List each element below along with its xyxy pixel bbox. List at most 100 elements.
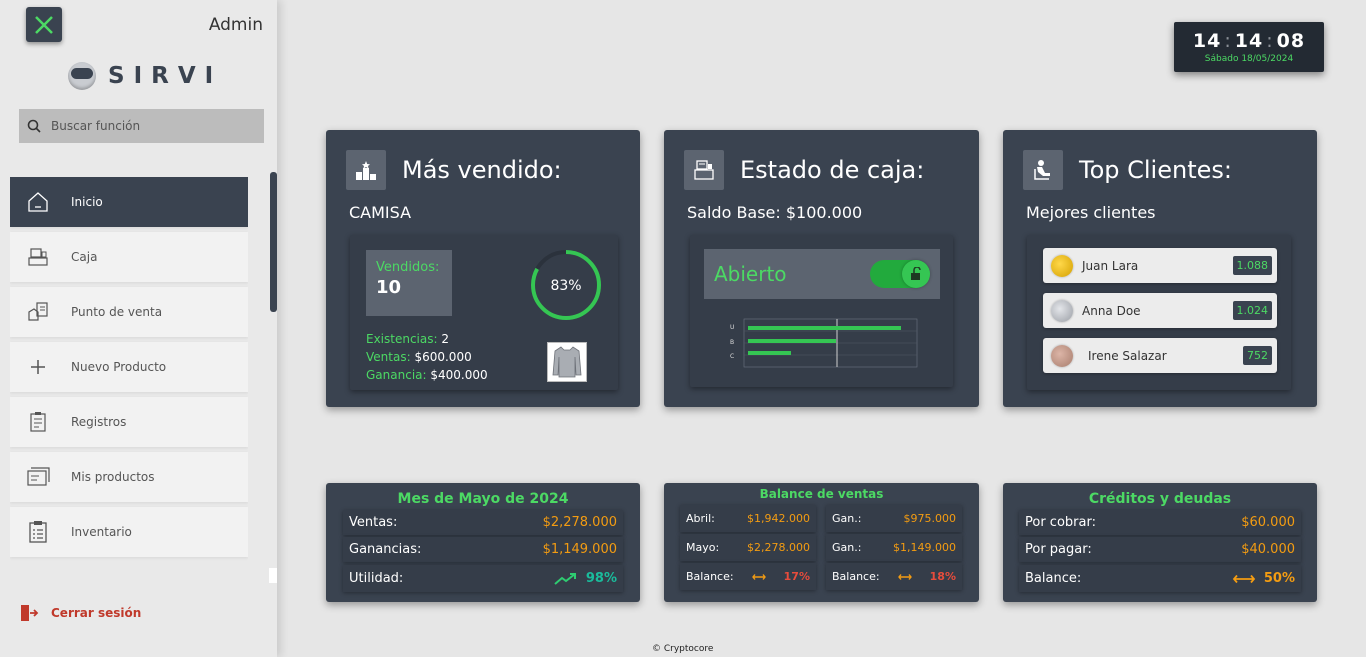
month-row-profit: Ganancias: $1,149.000 xyxy=(343,537,623,562)
product-image xyxy=(547,342,587,382)
shirt-icon xyxy=(552,346,582,378)
balance-row-april-gain: Gan.: $975.000 xyxy=(826,505,962,532)
search-input[interactable] xyxy=(51,119,241,133)
sidebar-item-inicio[interactable]: Inicio xyxy=(10,177,248,227)
user-name: Admin xyxy=(208,15,263,35)
top-clients-card: Top Clientes: Mejores clientes Juan Lara… xyxy=(1003,130,1317,407)
chart-label-c: C xyxy=(730,353,734,360)
cash-status-toggle[interactable] xyxy=(870,260,930,288)
clock-hours: 14 xyxy=(1192,30,1222,52)
logout-button[interactable]: Cerrar sesión xyxy=(19,603,141,623)
chart-label-u: U xyxy=(730,324,734,331)
clock-separator: : xyxy=(1224,30,1232,52)
app-logo: SIRVI xyxy=(68,62,222,90)
sold-box: Vendidos: 10 xyxy=(366,250,452,316)
month-sales-value: $2,278.000 xyxy=(542,515,617,530)
trend-up-icon xyxy=(554,572,576,585)
client-row[interactable]: Irene Salazar 752 xyxy=(1043,338,1277,373)
sidebar-item-label: Inventario xyxy=(71,525,132,539)
month-profit-label: Ganancias: xyxy=(349,542,422,557)
horizontal-arrow-icon xyxy=(1232,574,1256,583)
client-score: 752 xyxy=(1243,346,1272,365)
bronze-medal-icon xyxy=(1051,344,1073,367)
horizontal-arrow-icon xyxy=(897,573,912,580)
credits-row-payable: Por pagar: $40.000 xyxy=(1019,537,1301,562)
balance-row-total-1: Balance: 17% xyxy=(680,563,816,590)
balance-row-may: Mayo: $2,278.000 xyxy=(680,534,816,561)
credits-balance-value: 50% xyxy=(1263,571,1295,586)
gold-medal-icon xyxy=(1051,254,1073,277)
april-gain-value: $975.000 xyxy=(903,512,957,525)
home-icon xyxy=(28,192,48,212)
products-icon xyxy=(27,467,50,486)
cash-register-icon xyxy=(684,150,724,190)
april-label: Abril: xyxy=(686,512,715,525)
chart-label-b: B xyxy=(730,339,734,346)
sidebar-scrollbar[interactable] xyxy=(270,172,277,312)
inventory-icon xyxy=(29,521,47,543)
sidebar-item-nuevo-producto[interactable]: Nuevo Producto xyxy=(10,342,248,392)
logout-label: Cerrar sesión xyxy=(51,606,142,620)
silver-medal-icon xyxy=(1051,299,1073,322)
mini-bar-c xyxy=(748,351,791,355)
sidebar-item-registros[interactable]: Registros xyxy=(10,397,248,447)
credits-balance-label: Balance: xyxy=(1025,571,1082,586)
month-profit-value: $1,149.000 xyxy=(542,542,617,557)
clock-date: Sábado 18/05/2024 xyxy=(1204,54,1294,64)
client-row[interactable]: Anna Doe 1.024 xyxy=(1043,293,1277,328)
month-row-sales: Ventas: $2,278.000 xyxy=(343,510,623,535)
client-row[interactable]: Juan Lara 1.088 xyxy=(1043,248,1277,283)
records-icon xyxy=(30,412,46,432)
sidebar-item-label: Caja xyxy=(71,250,98,264)
best-seller-card: Más vendido: CAMISA Vendidos: 10 83% Exi… xyxy=(326,130,640,407)
cash-register-icon xyxy=(28,248,48,266)
mini-bar-b xyxy=(748,339,836,343)
top-clients-title: Top Clientes: xyxy=(1079,156,1232,184)
client-name: Irene Salazar xyxy=(1088,348,1167,363)
cash-status-label: Abierto xyxy=(714,262,787,286)
podium-icon xyxy=(346,150,386,190)
sales-label: Ventas: xyxy=(366,350,411,364)
logout-icon xyxy=(21,605,39,621)
close-menu-button[interactable] xyxy=(26,7,62,42)
sidebar-item-label: Punto de venta xyxy=(71,305,163,319)
sidebar-item-mis-productos[interactable]: Mis productos xyxy=(10,452,248,502)
point-of-sale-icon xyxy=(28,302,48,321)
sidebar-item-inventario[interactable]: Inventario xyxy=(10,507,248,557)
top-clients-subtitle: Mejores clientes xyxy=(1026,203,1156,222)
best-seller-title: Más vendido: xyxy=(402,156,562,184)
best-seller-panel: Vendidos: 10 83% Existencias: 2 Ventas: … xyxy=(350,235,618,390)
may-gain-value: $1,149.000 xyxy=(893,541,956,554)
balance-value: 17% xyxy=(783,570,810,583)
top-clients-panel: Juan Lara 1.088 Anna Doe 1.024 Irene Sal… xyxy=(1027,235,1291,390)
sidebar: Admin SIRVI Inicio Caja Punto de venta N… xyxy=(0,0,277,657)
stock-label: Existencias: xyxy=(366,332,438,346)
april-gain-label: Gan.: xyxy=(832,512,862,525)
may-value: $2,278.000 xyxy=(747,541,810,554)
receivable-value: $60.000 xyxy=(1241,515,1295,530)
payable-label: Por pagar: xyxy=(1025,542,1092,557)
sales-balance-card: Balance de ventas Abril: $1,942.000 Gan.… xyxy=(664,483,979,602)
balance-row-april: Abril: $1,942.000 xyxy=(680,505,816,532)
mini-bar-u xyxy=(748,326,901,330)
sidebar-item-label: Registros xyxy=(71,415,127,429)
sidebar-item-caja[interactable]: Caja xyxy=(10,232,248,282)
may-gain-label: Gan.: xyxy=(832,541,862,554)
client-score: 1.024 xyxy=(1232,301,1272,320)
balance-title: Balance de ventas xyxy=(759,487,884,501)
client-score: 1.088 xyxy=(1232,256,1272,275)
scrollbar-track xyxy=(269,568,277,583)
clock-seconds: 08 xyxy=(1276,30,1306,52)
month-utility-value: 98% xyxy=(585,571,617,586)
mini-bars xyxy=(748,326,901,355)
cash-mini-chart: U B C xyxy=(730,318,918,368)
balance-label: Balance: xyxy=(832,570,880,583)
clock-minutes: 14 xyxy=(1234,30,1264,52)
percent-value: 83% xyxy=(550,278,581,294)
status-row: Abierto xyxy=(704,249,940,299)
cash-base-balance: Saldo Base: $100.000 xyxy=(687,203,863,222)
credits-row-balance: Balance: 50% xyxy=(1019,565,1301,592)
may-label: Mayo: xyxy=(686,541,720,554)
profit-value: $400.000 xyxy=(430,368,488,382)
sidebar-item-punto-de-venta[interactable]: Punto de venta xyxy=(10,287,248,337)
